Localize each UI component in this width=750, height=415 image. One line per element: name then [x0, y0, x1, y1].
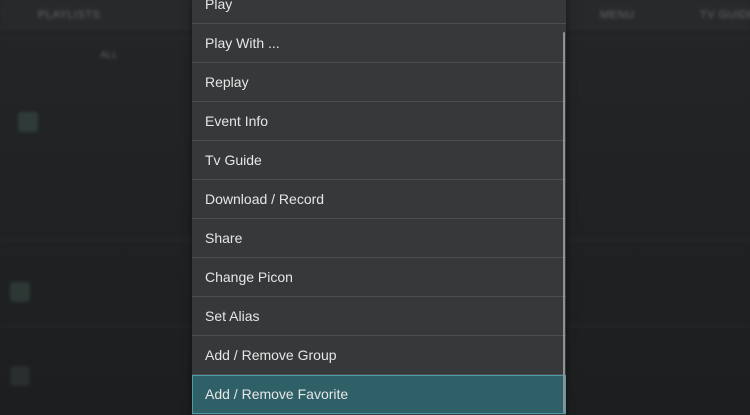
menu-item-label: Set Alias [205, 308, 260, 324]
context-menu: Play Play With ... Replay Event Info Tv … [192, 0, 566, 415]
screen: PLAYLISTS MENU TV GUIDE ALL Play Play Wi… [0, 0, 750, 415]
menu-item-label: Change Picon [205, 269, 293, 285]
tab-tv-guide[interactable]: TV GUIDE [700, 9, 750, 21]
menu-scrollbar[interactable] [563, 32, 565, 413]
menu-item-add-remove-favorite[interactable]: Add / Remove Favorite [192, 375, 566, 414]
menu-item-label: Play With ... [205, 35, 280, 51]
channel-logo-icon [10, 366, 30, 386]
filter-all[interactable]: ALL [100, 50, 118, 61]
menu-item-set-alias[interactable]: Set Alias [192, 297, 566, 336]
context-menu-list: Play Play With ... Replay Event Info Tv … [192, 0, 566, 414]
menu-item-label: Replay [205, 74, 249, 90]
menu-item-label: Share [205, 230, 243, 246]
menu-item-label: Tv Guide [205, 152, 262, 168]
menu-item-share[interactable]: Share [192, 219, 566, 258]
menu-item-download-record[interactable]: Download / Record [192, 180, 566, 219]
tab-playlists[interactable]: PLAYLISTS [38, 9, 100, 21]
menu-item-label: Download / Record [205, 191, 325, 207]
channel-logo-icon [18, 112, 38, 132]
menu-item-replay[interactable]: Replay [192, 63, 566, 102]
menu-item-label: Play [205, 0, 233, 12]
menu-item-play[interactable]: Play [192, 0, 566, 24]
menu-item-label: Add / Remove Group [205, 347, 337, 363]
menu-item-change-picon[interactable]: Change Picon [192, 258, 566, 297]
menu-item-tv-guide[interactable]: Tv Guide [192, 141, 566, 180]
channel-logo-icon [10, 282, 30, 302]
menu-item-add-remove-group[interactable]: Add / Remove Group [192, 336, 566, 375]
menu-item-label: Event Info [205, 113, 269, 129]
menu-item-event-info[interactable]: Event Info [192, 102, 566, 141]
tab-menu[interactable]: MENU [600, 9, 634, 21]
menu-item-play-with[interactable]: Play With ... [192, 24, 566, 63]
menu-item-label: Add / Remove Favorite [205, 386, 349, 402]
